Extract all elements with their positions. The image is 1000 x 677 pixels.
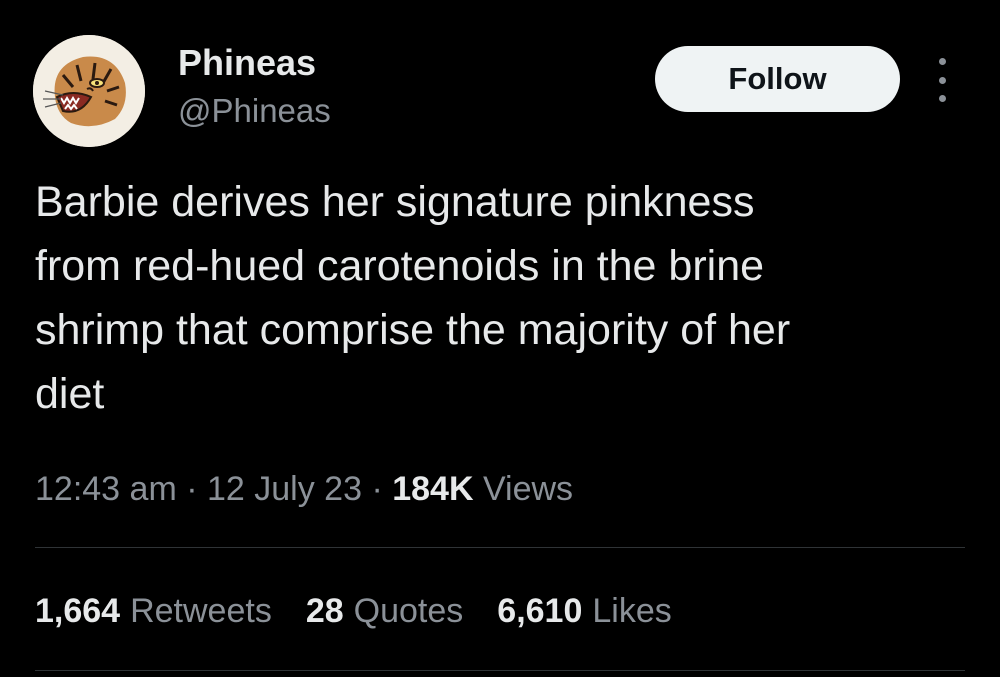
tweet-card: Phineas @Phineas Follow Barbie derives h… (0, 0, 1000, 677)
retweets-label: Retweets (130, 592, 272, 630)
divider (35, 670, 965, 671)
tweet-metadata: 12:43 am · 12 July 23 · 184K Views (35, 470, 573, 509)
user-handle[interactable]: @Phineas (178, 92, 331, 130)
retweets-stat[interactable]: 1,664 Retweets (35, 592, 272, 631)
meta-separator: · (186, 470, 198, 508)
tweet-date[interactable]: 12 July 23 (207, 470, 362, 508)
quotes-count: 28 (305, 592, 344, 630)
likes-label: Likes (592, 592, 672, 630)
follow-button[interactable]: Follow (655, 46, 900, 112)
meta-separator: · (371, 470, 383, 508)
more-options-icon[interactable] (928, 58, 956, 102)
views-count: 184K (392, 470, 474, 508)
likes-count: 6,610 (497, 592, 583, 630)
dot-icon (938, 95, 946, 102)
tiger-avatar-icon[interactable] (33, 35, 145, 147)
dot-icon (938, 58, 946, 65)
quotes-label: Quotes (353, 592, 464, 630)
dot-icon (938, 76, 946, 84)
tweet-time[interactable]: 12:43 am (35, 470, 177, 508)
tweet-text: Barbie derives her signature pinkness fr… (35, 178, 791, 418)
display-name[interactable]: Phineas (178, 42, 316, 84)
retweets-count: 1,664 (35, 592, 121, 630)
engagement-stats: 1,664 Retweets 28 Quotes 6,610 Likes (35, 592, 672, 631)
divider (35, 547, 965, 548)
views-label: Views (482, 470, 574, 508)
quotes-stat[interactable]: 28 Quotes (306, 592, 463, 631)
likes-stat[interactable]: 6,610 Likes (497, 592, 671, 631)
